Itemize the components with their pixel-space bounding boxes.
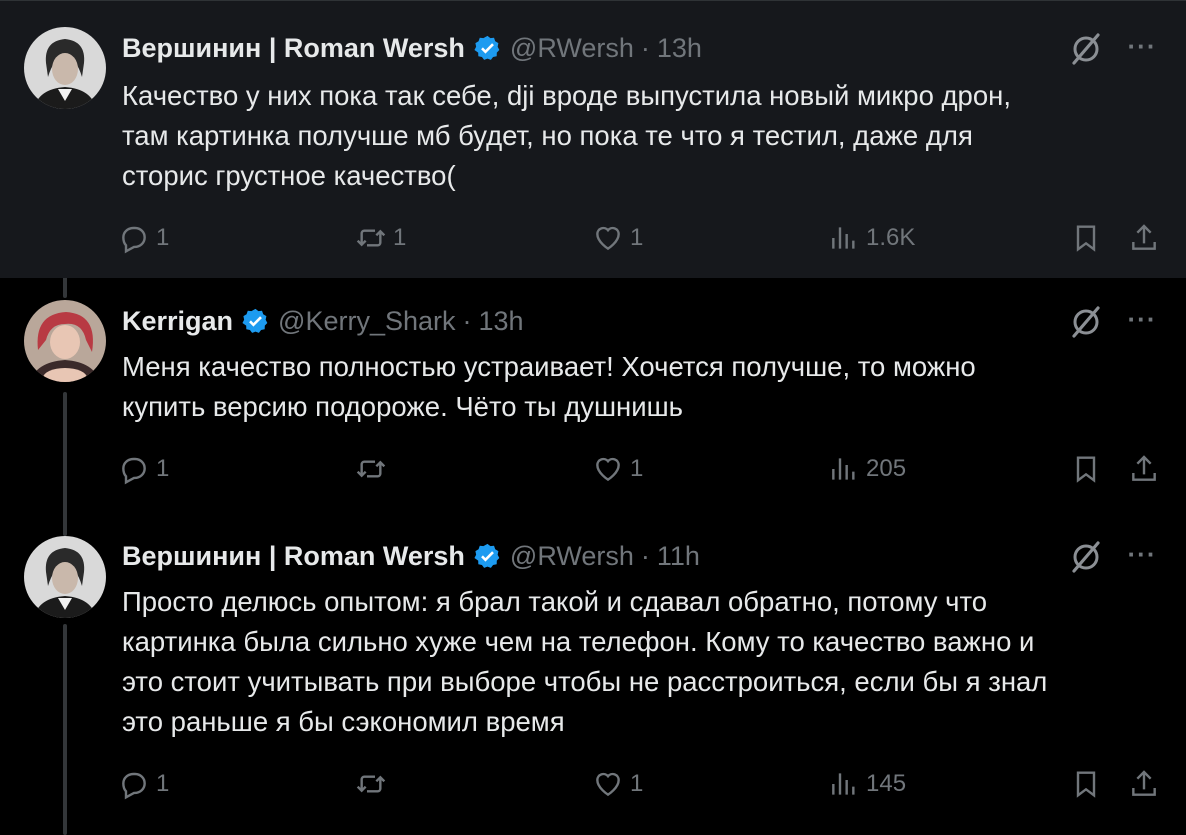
grok-icon[interactable] xyxy=(1068,31,1104,67)
views-count: 145 xyxy=(866,770,907,797)
timestamp[interactable]: 11h xyxy=(657,541,700,572)
grok-icon[interactable] xyxy=(1068,304,1104,340)
reply-count: 1 xyxy=(156,224,170,251)
verified-badge-icon xyxy=(473,34,502,63)
views-icon xyxy=(832,773,855,795)
reply-icon xyxy=(122,457,146,485)
author-handle[interactable]: @RWersh xyxy=(510,541,634,572)
reply-icon xyxy=(122,226,146,254)
tweet-header: Kerrigan @Kerry_Shark · 13h xyxy=(122,303,524,339)
repost-icon xyxy=(356,229,386,247)
like-count: 1 xyxy=(630,224,644,251)
like-button[interactable]: 1 xyxy=(592,218,643,258)
views-button[interactable]: 145 xyxy=(828,764,906,804)
author-name[interactable]: Kerrigan xyxy=(122,306,233,337)
heart-icon xyxy=(596,226,620,251)
share-button[interactable] xyxy=(1128,449,1160,489)
bookmark-button[interactable] xyxy=(1070,449,1102,489)
tweet-header: Вершинин | Roman Wersh @RWersh · 13h xyxy=(122,30,702,66)
reply-icon xyxy=(122,772,146,800)
bookmark-button[interactable] xyxy=(1070,764,1102,804)
tweet-text: Меня качество полностью устраивает! Хоче… xyxy=(122,351,976,422)
views-button[interactable]: 1.6K xyxy=(828,218,915,258)
avatar[interactable] xyxy=(24,300,106,382)
tweet-header: Вершинин | Roman Wersh @RWersh · 11h xyxy=(122,538,700,574)
views-count: 1.6K xyxy=(866,224,916,251)
bookmark-icon xyxy=(1076,225,1096,252)
repost-button[interactable] xyxy=(355,764,393,804)
share-icon xyxy=(1132,770,1156,796)
author-name[interactable]: Вершинин | Roman Wersh xyxy=(122,541,465,572)
repost-button[interactable]: 1 xyxy=(355,218,406,258)
author-handle[interactable]: @RWersh xyxy=(510,33,634,64)
bookmark-icon xyxy=(1076,456,1096,483)
repost-button[interactable] xyxy=(355,449,393,489)
tweet[interactable]: Вершинин | Roman Wersh @RWersh · 13h ···… xyxy=(0,0,1186,278)
more-icon[interactable]: ··· xyxy=(1124,33,1160,71)
separator-dot: · xyxy=(640,540,650,571)
separator-dot: · xyxy=(462,305,472,336)
share-button[interactable] xyxy=(1128,764,1160,804)
author-handle[interactable]: @Kerry_Shark xyxy=(278,306,455,337)
reply-button[interactable]: 1 xyxy=(118,449,169,489)
more-icon[interactable]: ··· xyxy=(1124,306,1160,344)
tweet-actions: 1 1 145 xyxy=(118,764,1160,804)
views-icon xyxy=(832,458,855,480)
like-count: 1 xyxy=(630,770,644,797)
reply-button[interactable]: 1 xyxy=(118,218,169,258)
repost-count: 1 xyxy=(393,224,407,251)
views-icon xyxy=(832,227,855,249)
grok-icon[interactable] xyxy=(1068,539,1104,575)
timestamp[interactable]: 13h xyxy=(479,306,524,337)
bookmark-icon xyxy=(1076,771,1096,798)
share-icon xyxy=(1132,455,1156,481)
like-button[interactable]: 1 xyxy=(592,764,643,804)
heart-icon xyxy=(596,772,620,797)
separator-dot: · xyxy=(640,32,650,63)
share-button[interactable] xyxy=(1128,218,1160,258)
reply-count: 1 xyxy=(156,770,170,797)
verified-badge-icon xyxy=(241,307,270,336)
share-icon xyxy=(1132,224,1156,250)
tweet-text: Качество у них пока так себе, dji вроде … xyxy=(122,80,1011,191)
repost-icon xyxy=(356,775,386,793)
tweet-actions: 1 1 205 xyxy=(118,449,1160,489)
author-name[interactable]: Вершинин | Roman Wersh xyxy=(122,33,465,64)
heart-icon xyxy=(596,457,620,482)
like-count: 1 xyxy=(630,455,644,482)
like-button[interactable]: 1 xyxy=(592,449,643,489)
views-button[interactable]: 205 xyxy=(828,449,906,489)
avatar[interactable] xyxy=(24,536,106,618)
reply-button[interactable]: 1 xyxy=(118,764,169,804)
bookmark-button[interactable] xyxy=(1070,218,1102,258)
repost-icon xyxy=(356,460,386,478)
tweet-text: Просто делюсь опытом: я брал такой и сда… xyxy=(122,586,1048,737)
avatar[interactable] xyxy=(24,27,106,109)
verified-badge-icon xyxy=(473,542,502,571)
tweet[interactable]: Вершинин | Roman Wersh @RWersh · 11h ···… xyxy=(0,528,1186,835)
timestamp[interactable]: 13h xyxy=(657,33,702,64)
views-count: 205 xyxy=(866,455,907,482)
tweet-actions: 1 1 1 1.6K xyxy=(118,218,1160,258)
reply-count: 1 xyxy=(156,455,170,482)
more-icon[interactable]: ··· xyxy=(1124,541,1160,579)
tweet[interactable]: Kerrigan @Kerry_Shark · 13h ··· Меня кач… xyxy=(0,278,1186,528)
